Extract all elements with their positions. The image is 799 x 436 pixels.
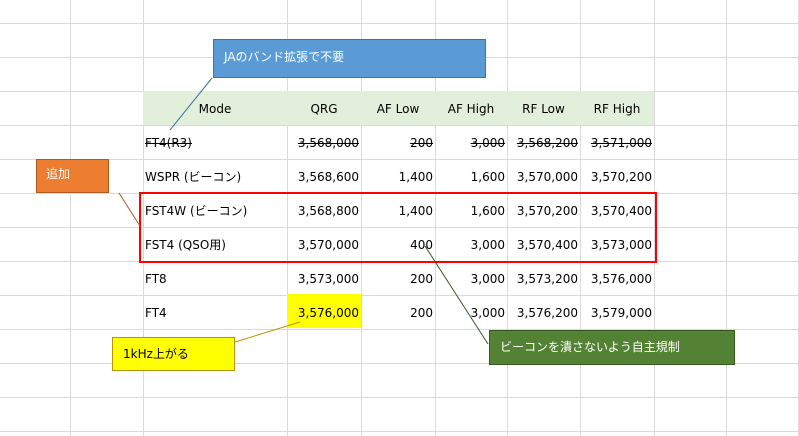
grid-row-line <box>0 397 799 398</box>
cell-qrg[interactable]: 3,576,000 <box>287 296 359 330</box>
cell-af-high[interactable]: 3,000 <box>435 262 505 296</box>
cell-rf-high[interactable]: 3,571,000 <box>580 126 652 160</box>
cell-rf-low[interactable]: 3,570,000 <box>507 160 578 194</box>
cell-mode[interactable]: FT4 <box>145 296 285 330</box>
header-qrg[interactable]: QRG <box>287 92 361 126</box>
callout-added[interactable]: 追加 <box>36 159 109 193</box>
header-af-low[interactable]: AF Low <box>361 92 435 126</box>
callout-ja-band[interactable]: JAのバンド拡張で不要 <box>213 39 486 78</box>
cell-mode[interactable]: FT4(R3) <box>145 126 285 160</box>
cell-qrg[interactable]: 3,573,000 <box>287 262 359 296</box>
cell-mode[interactable]: WSPR (ビーコン) <box>145 160 285 194</box>
cell-rf-high[interactable]: 3,576,000 <box>580 262 652 296</box>
cell-af-high[interactable]: 3,000 <box>435 126 505 160</box>
grid-row-line <box>0 23 799 24</box>
cell-qrg[interactable]: 3,568,600 <box>287 160 359 194</box>
header-rf-low[interactable]: RF Low <box>507 92 580 126</box>
added-rows-highlight-box <box>139 192 657 263</box>
cell-af-low[interactable]: 200 <box>361 296 433 330</box>
header-af-high[interactable]: AF High <box>435 92 507 126</box>
cell-af-high[interactable]: 3,000 <box>435 296 505 330</box>
cell-rf-low[interactable]: 3,576,200 <box>507 296 578 330</box>
cell-af-high[interactable]: 1,600 <box>435 160 505 194</box>
cell-af-low[interactable]: 1,400 <box>361 160 433 194</box>
cell-qrg[interactable]: 3,568,000 <box>287 126 359 160</box>
cell-af-low[interactable]: 200 <box>361 126 433 160</box>
cell-rf-low[interactable]: 3,568,200 <box>507 126 578 160</box>
cell-rf-high[interactable]: 3,570,200 <box>580 160 652 194</box>
cell-rf-low[interactable]: 3,573,200 <box>507 262 578 296</box>
callout-beacon-note[interactable]: ビーコンを潰さないよう自主規制 <box>489 330 735 365</box>
callout-up-1khz[interactable]: 1kHz上がる <box>112 337 235 371</box>
cell-mode[interactable]: FT8 <box>145 262 285 296</box>
cell-af-low[interactable]: 200 <box>361 262 433 296</box>
header-mode[interactable]: Mode <box>143 92 287 126</box>
cell-rf-high[interactable]: 3,579,000 <box>580 296 652 330</box>
grid-column-line <box>70 0 71 436</box>
grid-column-line <box>726 0 727 436</box>
header-rf-high[interactable]: RF High <box>580 92 654 126</box>
grid-row-line <box>0 431 799 432</box>
